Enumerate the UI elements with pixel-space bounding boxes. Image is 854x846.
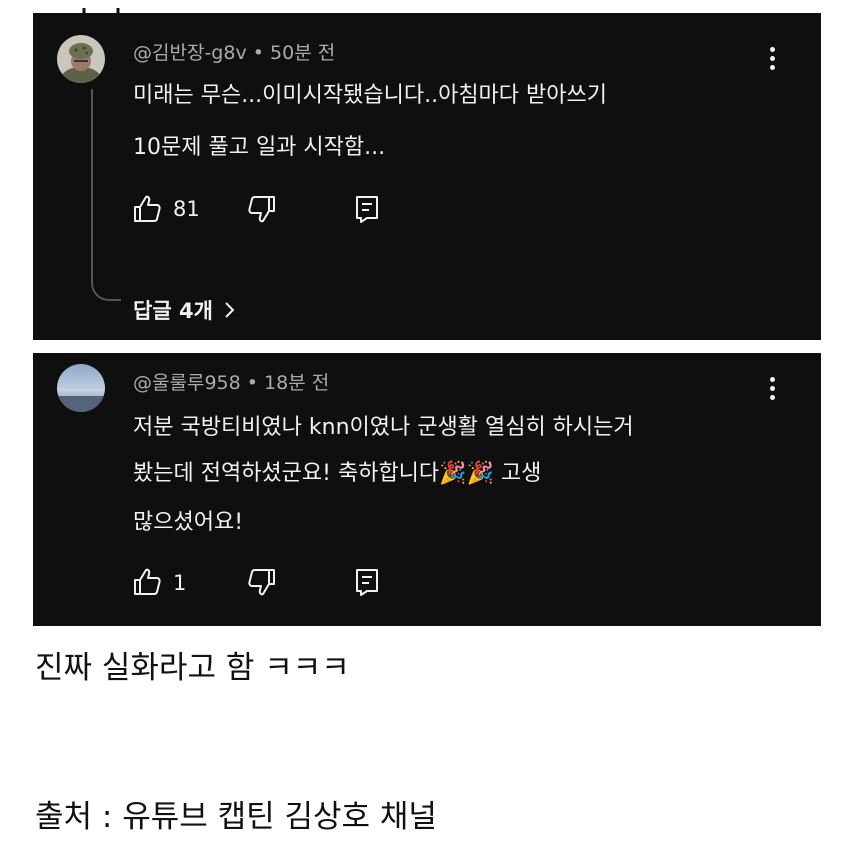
comment-card: @울룰루958 • 18분 전 저분 국방티비였나 knn이였나 군생활 열심히… (33, 353, 821, 626)
reply-thread-line (91, 89, 121, 301)
reply-button[interactable] (353, 194, 381, 224)
dislike-button[interactable] (246, 566, 278, 598)
thumbs-up-icon (134, 568, 161, 595)
thumbs-down-icon (248, 569, 275, 596)
replies-label: 답글 4개 (133, 299, 213, 323)
comment-meta: @울룰루958 • 18분 전 (133, 368, 329, 395)
reply-button[interactable] (353, 567, 381, 597)
comment-text: 저분 국방티비였나 knn이였나 군생활 열심히 하시는거 (133, 415, 634, 440)
comment-text: 봤는데 전역하셨군요! 축하합니다🎉🎉 고생 (133, 461, 542, 486)
like-button[interactable] (131, 566, 163, 598)
dislike-button[interactable] (246, 193, 278, 225)
comment-meta: @김반장-g8v • 50분 전 (133, 38, 335, 65)
caption-text: 진짜 실화라고 함 ㅋㅋㅋ (35, 650, 350, 686)
avatar[interactable] (57, 35, 105, 83)
meta-separator: • (246, 372, 258, 394)
more-vert-icon (769, 46, 775, 52)
comment-text: 많으셨어요! (133, 510, 244, 535)
chevron-right-icon (225, 302, 235, 318)
more-options-button[interactable] (760, 41, 784, 75)
thumbs-down-icon (248, 196, 275, 223)
comment-text: 미래는 무슨...이미시작됐습니다..아침마다 받아쓰기 (133, 83, 607, 108)
comment-author[interactable]: @울룰루958 (133, 372, 241, 394)
like-count: 81 (173, 197, 200, 221)
avatar[interactable] (57, 364, 105, 412)
like-button[interactable] (131, 193, 163, 225)
comment-card: @김반장-g8v • 50분 전 미래는 무슨...이미시작됐습니다..아침마다… (33, 13, 821, 340)
comment-author[interactable]: @김반장-g8v (133, 42, 247, 64)
view-replies-button[interactable]: 답글 4개 (133, 295, 235, 325)
meta-separator: • (252, 42, 264, 64)
comment-time: 50분 전 (270, 42, 336, 64)
comment-time: 18분 전 (264, 372, 330, 394)
comment-text: 10문제 풀고 일과 시작함... (133, 135, 386, 160)
more-vert-icon (769, 376, 775, 382)
like-count: 1 (173, 571, 187, 595)
reply-icon (356, 569, 378, 596)
source-text: 출처 : 유튜브 캡틴 김상호 채널 (35, 799, 437, 835)
reply-icon (356, 196, 378, 223)
thumbs-up-icon (134, 195, 161, 222)
more-options-button[interactable] (760, 371, 784, 405)
